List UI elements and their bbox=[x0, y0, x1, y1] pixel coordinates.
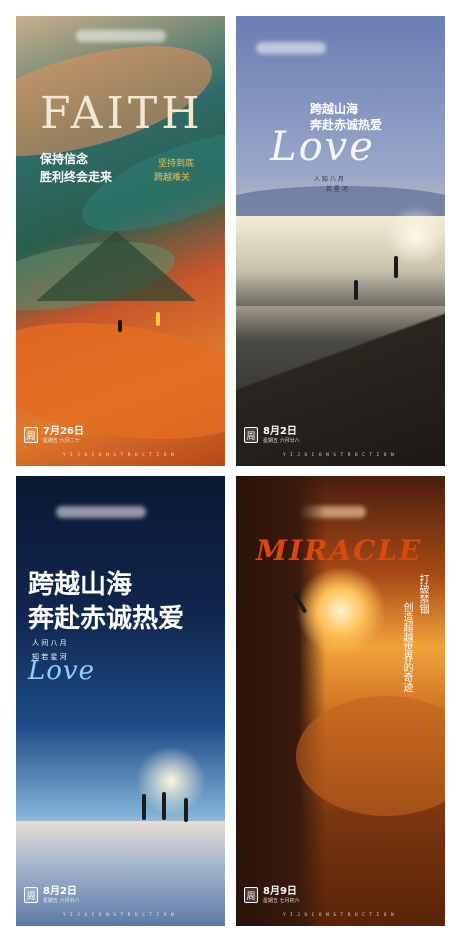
snow-field bbox=[16, 821, 225, 926]
date-text: 7月26日 bbox=[43, 426, 84, 437]
footer-brand: YIJUCONSTRUCTION bbox=[62, 453, 179, 458]
poster-starry-sky: 跨越山海 奔赴赤诚热爱 人 间 八 月 知 若 星 河 Love 周 8月2日 … bbox=[16, 476, 225, 926]
brand-logo-icon: 周 bbox=[244, 887, 258, 903]
footer-brand: YIJUCONSTRUCTION bbox=[282, 453, 399, 458]
handwritten-line2: 跨越难关 bbox=[154, 173, 191, 183]
headline-line1: 跨越山海 bbox=[28, 570, 133, 600]
date-subtext: 星期五 六月二十 bbox=[43, 438, 80, 444]
script-love: Love bbox=[270, 124, 375, 170]
small-verse-line2: 若 星 河 bbox=[326, 186, 348, 193]
headline-line1: 跨越山海 bbox=[310, 102, 359, 116]
footer-brand: YIJUCONSTRUCTION bbox=[282, 913, 399, 918]
brand-logo-icon: 周 bbox=[24, 427, 38, 443]
poster-faith: FAITH 保持信念 胜利终会走来 坚持到底 跨越难关 周 7月26日 星期五 … bbox=[16, 16, 225, 466]
footer-brand: YIJUCONSTRUCTION bbox=[62, 913, 179, 918]
hiker-figure bbox=[156, 312, 160, 326]
hiker-figure bbox=[118, 320, 122, 332]
brand-logo-icon: 周 bbox=[244, 427, 258, 443]
date-block: 周 7月26日 星期五 六月二十 bbox=[24, 426, 84, 444]
date-block: 周 8月2日 星期五 六月廿八 bbox=[244, 426, 300, 444]
blurred-logo bbox=[76, 30, 166, 42]
date-subtext: 星期五 六月廿八 bbox=[263, 438, 300, 444]
blurred-logo bbox=[56, 506, 146, 518]
sun-burst bbox=[296, 566, 386, 656]
headline-line2: 胜利终会走来 bbox=[40, 170, 113, 184]
climber-figure bbox=[354, 280, 358, 300]
poster-title: FAITH bbox=[40, 88, 204, 139]
poster-love-climb: 跨越山海 奔赴赤诚热爱 Love 人 知 八 月 若 星 河 周 8月2日 星期… bbox=[236, 16, 445, 466]
date-subtext: 星期五 六月廿八 bbox=[43, 898, 80, 904]
hiker-figure bbox=[142, 794, 146, 820]
climber-figure bbox=[394, 256, 398, 278]
vertical-line1: 打破禁锢 bbox=[417, 574, 428, 614]
hiker-figure bbox=[184, 798, 188, 822]
hiker-figure bbox=[162, 792, 166, 820]
date-text: 8月2日 bbox=[43, 886, 77, 897]
script-love: Love bbox=[28, 656, 95, 686]
headline-line1: 保持信念 bbox=[40, 152, 89, 166]
poster-miracle: MIRACLE 打破禁锢 创造超越世界的奇迹 周 8月9日 星期五 七月初六 Y… bbox=[236, 476, 445, 926]
vertical-line2: 创造超越世界的奇迹 bbox=[401, 602, 412, 692]
forest-hill bbox=[36, 231, 196, 301]
brand-logo-icon: 周 bbox=[24, 887, 38, 903]
date-text: 8月2日 bbox=[263, 426, 297, 437]
blurred-logo bbox=[256, 42, 326, 54]
date-block: 周 8月2日 星期五 六月廿八 bbox=[24, 886, 80, 904]
date-block: 周 8月9日 星期五 七月初六 bbox=[244, 886, 300, 904]
poster-title: MIRACLE bbox=[256, 534, 423, 567]
small-verse-line1: 人 知 八 月 bbox=[314, 176, 344, 183]
sunrise-glow bbox=[136, 746, 206, 816]
headline-line2: 奔赴赤诚热爱 bbox=[28, 604, 185, 634]
date-subtext: 星期五 七月初六 bbox=[263, 898, 300, 904]
small-verse-line1: 人 间 八 月 bbox=[32, 639, 67, 647]
date-text: 8月9日 bbox=[263, 886, 297, 897]
handwritten-line1: 坚持到底 bbox=[158, 159, 195, 169]
